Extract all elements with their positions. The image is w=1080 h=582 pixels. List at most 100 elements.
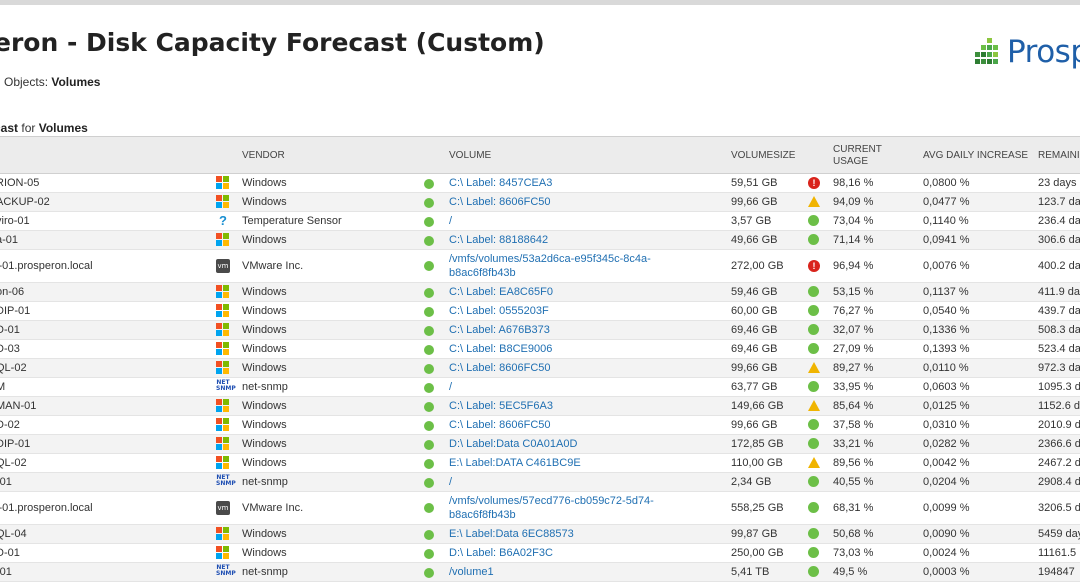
table-row[interactable]: RION-05 Windows C:\ Label: 8457CEA3 59,51 G… xyxy=(0,174,1080,193)
node-name[interactable]: D-03 xyxy=(0,343,20,355)
col-current-usage[interactable]: CURRENT USAGE xyxy=(833,144,882,168)
table-row[interactable]: i-01.prosperon.local vm VMware Inc. /vmfs/v… xyxy=(0,250,1080,283)
snmp-icon: NET SNMP xyxy=(216,379,236,392)
table-row[interactable]: D-02 Windows C:\ Label: 8606FC50 99,66 GB 37… xyxy=(0,416,1080,435)
remaining-time: 2366.6 d xyxy=(1038,438,1080,450)
ok-status-icon xyxy=(808,502,819,513)
node-name[interactable]: viro-01 xyxy=(0,215,30,227)
volume-link[interactable]: C:\ Label: A676B373 xyxy=(449,324,550,336)
remaining-time: 523.4 da xyxy=(1038,343,1080,355)
node-name[interactable]: ACKUP-02 xyxy=(0,196,50,208)
volume-path-line2: b8ac6f8fb43b xyxy=(449,509,516,521)
page-title: eron - Disk Capacity Forecast (Custom) xyxy=(0,28,545,57)
volume-link[interactable]: C:\ Label: 8457CEA3 xyxy=(449,177,552,189)
avg-daily-increase: 0,0603 % xyxy=(923,381,970,393)
col-remaining[interactable]: REMAININ xyxy=(1038,150,1080,161)
table-row[interactable]: -01 NETSNMP net-snmp / 2,34 GB 40,55 % 0,0204 … xyxy=(0,473,1080,492)
node-name[interactable]: D-01 xyxy=(0,324,20,336)
col-vendor[interactable]: VENDOR xyxy=(242,150,285,161)
node-name[interactable]: QL-04 xyxy=(0,528,27,540)
table-row[interactable]: i-01.prosperon.local vm VMware Inc. /vmfs/v… xyxy=(0,492,1080,525)
table-row[interactable]: D-01 Windows C:\ Label: A676B373 69,46 GB 32… xyxy=(0,321,1080,340)
table-row[interactable]: -01 NETSNMP net-snmp/volume1 5,41 TB 49,5 % 0… xyxy=(0,563,1080,582)
remaining-time: 23 days xyxy=(1038,177,1077,189)
volume-link[interactable]: /vmfs/volumes/57ecd776-cb059c72-5d74- b8a… xyxy=(449,494,654,522)
logo-mark-icon xyxy=(975,38,998,64)
volume-size: 99,66 GB xyxy=(731,196,778,208)
avg-daily-increase: 0,1140 % xyxy=(923,215,969,227)
vendor-name: Windows xyxy=(242,362,287,374)
table-row[interactable]: MAN-01 Windows C:\ Label: 5EC5F6A3 149,66 G… xyxy=(0,397,1080,416)
volume-size: 110,00 GB xyxy=(731,457,783,469)
volume-link[interactable]: /volume1 xyxy=(449,566,494,578)
volume-link[interactable]: / xyxy=(449,381,452,393)
node-name[interactable]: i-01.prosperon.local xyxy=(0,502,93,514)
node-name[interactable]: M xyxy=(0,381,5,393)
col-avg-daily-increase[interactable]: AVG DAILY INCREASE xyxy=(923,150,1028,161)
node-name[interactable]: RION-05 xyxy=(0,177,39,189)
avg-daily-increase: 0,1137 % xyxy=(923,286,969,298)
volume-link[interactable]: / xyxy=(449,476,452,488)
volume-link[interactable]: C:\ Label: 8606FC50 xyxy=(449,196,551,208)
table-row[interactable]: M NET SNMP net-snmp / 63,77 GB 33,95 % 0,0603 %… xyxy=(0,378,1080,397)
table-row[interactable]: QL-02 Windows C:\ Label: 8606FC50 99,66 GB 8… xyxy=(0,359,1080,378)
current-usage: 68,31 % xyxy=(833,502,874,514)
table-row[interactable]: viro-01? Temperature Sensor / 3,57 GB 73,04 … xyxy=(0,212,1080,231)
ok-status-icon xyxy=(808,419,819,430)
node-name[interactable]: DIP-01 xyxy=(0,305,30,317)
volume-link[interactable]: C:\ Label: B8CE9006 xyxy=(449,343,552,355)
table-row[interactable]: DIP-01 Windows D:\ Label:Data C0A01A0D 172,… xyxy=(0,435,1080,454)
node-name[interactable]: -01 xyxy=(0,566,12,578)
volume-link[interactable]: C:\ Label: 8606FC50 xyxy=(449,362,551,374)
node-name[interactable]: i-01.prosperon.local xyxy=(0,260,93,272)
table-row[interactable]: a-01 Windows C:\ Label: 88188642 49,66 GB 71… xyxy=(0,231,1080,250)
avg-daily-increase: 0,1393 % xyxy=(923,343,970,355)
col-volume[interactable]: VOLUME xyxy=(449,150,491,161)
volume-link[interactable]: C:\ Label: 5EC5F6A3 xyxy=(449,400,553,412)
volume-link[interactable]: E:\ Label:DATA C461BC9E xyxy=(449,457,581,469)
node-name[interactable]: -01 xyxy=(0,476,12,488)
node-name[interactable]: QL-02 xyxy=(0,362,27,374)
remaining-time: 236.4 da xyxy=(1038,215,1080,227)
windows-icon xyxy=(216,233,230,247)
node-name[interactable]: on-06 xyxy=(0,286,24,298)
report-objects-line: n Objects: Volumes xyxy=(0,75,100,89)
node-name[interactable]: MAN-01 xyxy=(0,400,36,412)
table-row[interactable]: ACKUP-02 Windows C:\ Label: 8606FC50 99,66 … xyxy=(0,193,1080,212)
volume-link[interactable]: C:\ Label: 8606FC50 xyxy=(449,419,551,431)
table-row[interactable]: D-01 Windows D:\ Label: B6A02F3C 250,00 GB 7… xyxy=(0,544,1080,563)
volume-link[interactable]: C:\ Label: 0555203F xyxy=(449,305,549,317)
table-row[interactable]: QL-02 Windows E:\ Label:DATA C461BC9E 110,0… xyxy=(0,454,1080,473)
volume-path-line1: /vmfs/volumes/53a2d6ca-e95f345c-8c4a- xyxy=(449,253,651,265)
volume-link[interactable]: E:\ Label:Data 6EC88573 xyxy=(449,528,574,540)
volume-link[interactable]: /vmfs/volumes/53a2d6ca-e95f345c-8c4a-b8a… xyxy=(449,252,651,280)
volume-link[interactable]: D:\ Label:Data C0A01A0D xyxy=(449,438,577,450)
node-name[interactable]: a-01 xyxy=(0,234,18,246)
objects-value: Volumes xyxy=(51,75,101,89)
logo-text: Prosp xyxy=(1007,34,1080,70)
windows-icon xyxy=(216,304,230,318)
volume-status-icon xyxy=(424,383,434,393)
vendor-name: Windows xyxy=(242,400,287,412)
col-volumesize[interactable]: VOLUMESIZE xyxy=(731,150,795,161)
avg-daily-increase: 0,0941 % xyxy=(923,234,970,246)
vendor-name: Windows xyxy=(242,457,287,469)
vendor-name: Windows xyxy=(242,438,287,450)
critical-status-icon: ! xyxy=(808,260,820,272)
ok-status-icon xyxy=(808,476,819,487)
volume-link[interactable]: C:\ Label: EA8C65F0 xyxy=(449,286,553,298)
volume-link[interactable]: / xyxy=(449,215,452,227)
table-row[interactable]: D-03 Windows C:\ Label: B8CE9006 69,46 GB 27… xyxy=(0,340,1080,359)
current-usage: 37,58 % xyxy=(833,419,874,431)
node-name[interactable]: DIP-01 xyxy=(0,438,30,450)
node-name[interactable]: QL-02 xyxy=(0,457,27,469)
table-row[interactable]: on-06 Windows C:\ Label: EA8C65F0 59,46 GB 5… xyxy=(0,283,1080,302)
volume-status-icon xyxy=(424,568,434,578)
snmp-icon: NET SNMP xyxy=(216,564,236,577)
table-row[interactable]: QL-04 Windows E:\ Label:Data 6EC88573 99,87… xyxy=(0,525,1080,544)
node-name[interactable]: D-02 xyxy=(0,419,20,431)
volume-link[interactable]: D:\ Label: B6A02F3C xyxy=(449,547,553,559)
node-name[interactable]: D-01 xyxy=(0,547,20,559)
volume-link[interactable]: C:\ Label: 88188642 xyxy=(449,234,548,246)
table-row[interactable]: DIP-01 Windows C:\ Label: 0555203F 60,00 GB… xyxy=(0,302,1080,321)
